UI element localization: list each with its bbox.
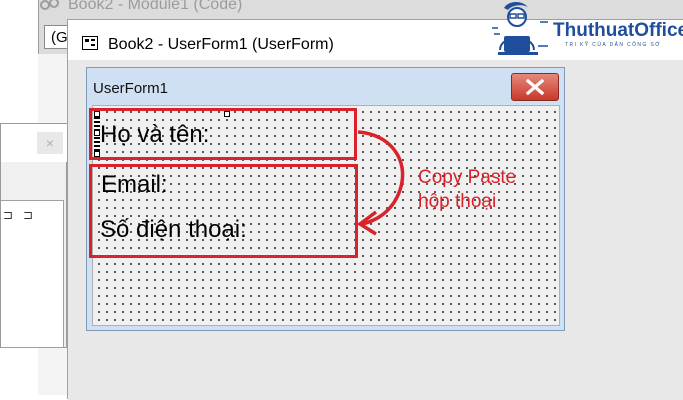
logo-name: ThuthuatOffice — [553, 20, 683, 41]
annotation-line-1: Copy Paste — [418, 167, 517, 188]
code-window-title: Book2 - Module1 (Code) — [40, 0, 242, 16]
close-icon[interactable] — [511, 73, 559, 101]
person-laptop-icon — [492, 2, 548, 55]
annotation-text: Copy Paste hộp thoại — [418, 166, 516, 214]
copy-arrow-icon — [356, 130, 405, 236]
logo-tagline: TRI KỸ CỦA DÂN CÔNG SỞ — [565, 42, 661, 48]
code-window-title-text: Book2 - Module1 (Code) — [68, 0, 243, 13]
close-icon[interactable]: × — [37, 132, 63, 154]
highlight-box-source — [89, 108, 357, 160]
highlight-box-pasted — [89, 164, 358, 258]
userform-title: UserForm1 — [93, 80, 169, 97]
thuthuatoffice-logo: ThuthuatOffice TRI KỸ CỦA DÂN CÔNG SỞ — [490, 0, 683, 62]
annotation-line-2: hộp thoại — [418, 191, 497, 212]
background-dialog-panel — [1, 200, 64, 348]
background-dialog: × ⊐⊐ — [0, 123, 67, 348]
vba-module-icon — [40, 0, 62, 12]
background-dialog-glyphs: ⊐⊐ — [3, 208, 44, 222]
designer-title: Book2 - UserForm1 (UserForm) — [108, 36, 334, 53]
userform-window-icon — [82, 36, 98, 50]
